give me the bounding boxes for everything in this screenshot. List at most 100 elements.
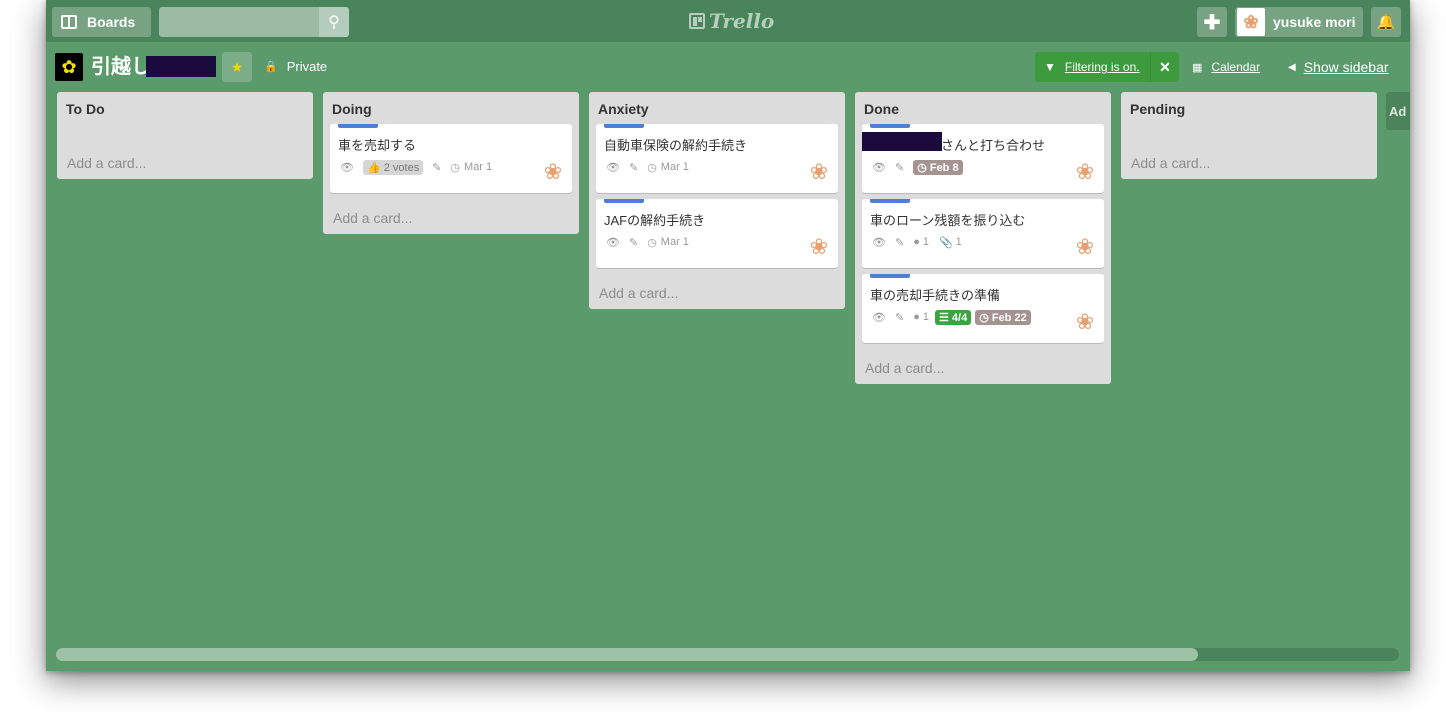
- eye-icon: 👁: [872, 236, 886, 249]
- comment-icon: ●: [913, 236, 920, 248]
- card-label-blue: [870, 124, 910, 128]
- list-title[interactable]: Pending: [1130, 101, 1185, 117]
- list-title[interactable]: Doing: [332, 101, 372, 117]
- filter-label[interactable]: Filtering is on.: [1065, 60, 1140, 74]
- member-avatar[interactable]: ❀: [1072, 308, 1098, 336]
- add-card-link[interactable]: Add a card...: [599, 285, 678, 301]
- boards-label: Boards: [87, 14, 136, 30]
- close-icon[interactable]: ✕: [1150, 52, 1179, 82]
- redacted-block: [862, 132, 942, 151]
- add-card-link[interactable]: Add a card...: [1131, 155, 1210, 171]
- redacted-block: [146, 56, 216, 77]
- pencil-icon: ✎: [894, 236, 905, 249]
- add-card-link[interactable]: Add a card...: [333, 210, 412, 226]
- search-icon[interactable]: ⚲: [319, 7, 349, 37]
- card-label-blue: [870, 274, 910, 278]
- card-title: JAFの解約手続き: [604, 213, 706, 228]
- clock-icon: ◷: [647, 236, 657, 249]
- scrollbar-thumb[interactable]: [56, 648, 1198, 661]
- member-avatar[interactable]: ❀: [806, 158, 832, 186]
- checklist-count: 4/4: [951, 311, 968, 324]
- member-avatar[interactable]: ❀: [806, 233, 832, 261]
- votes-count: 2 votes: [383, 161, 420, 174]
- top-header: Boards ⚲ Trello ✚ ❀ yusuke mori 🔔: [46, 0, 1410, 42]
- trello-logo[interactable]: Trello: [689, 8, 774, 34]
- trello-window: Boards ⚲ Trello ✚ ❀ yusuke mori 🔔 ✿ 引越し …: [46, 0, 1410, 671]
- card[interactable]: 車のローン残額を振り込む 👁 ✎ ● 1 📎 1 ❀: [862, 199, 1104, 268]
- card-badges: 👁 ✎ ◷ Feb 8: [872, 158, 967, 176]
- card[interactable]: 車の売却手続きの準備 👁 ✎ ● 1 ☰ 4/4 ◷ Feb 22 ❀: [862, 274, 1104, 343]
- due-date-badge: ◷ Feb 8: [913, 159, 963, 175]
- add-card-link[interactable]: Add a card...: [865, 360, 944, 376]
- card-badges: 👁 ✎ ◷ Mar 1: [606, 233, 699, 251]
- due-date: Feb 8: [929, 161, 959, 174]
- list-title[interactable]: To Do: [66, 101, 105, 117]
- filter-indicator[interactable]: ▼ Filtering is on. ✕: [1035, 52, 1179, 82]
- user-menu-button[interactable]: ❀ yusuke mori: [1235, 7, 1363, 37]
- due-date: Mar 1: [660, 161, 689, 173]
- card[interactable]: 車を売却する 👁 👍 2 votes ✎ ◷ Mar 1 ❀: [330, 124, 572, 193]
- show-sidebar-link[interactable]: ◀ Show sidebar: [1288, 59, 1389, 75]
- horizontal-scrollbar[interactable]: [56, 648, 1399, 661]
- due-date: Mar 1: [464, 161, 493, 173]
- avatar: ❀: [1237, 8, 1265, 36]
- card-label-blue: [338, 124, 378, 128]
- comment-count: 1: [922, 311, 929, 323]
- card-title: 車のローン残額を振り込む: [870, 213, 1026, 228]
- calendar-label: Calendar: [1211, 60, 1261, 74]
- list-pending: Pending Add a card...: [1121, 92, 1377, 179]
- attachment-count: 1: [955, 236, 962, 248]
- search-box: ⚲: [159, 7, 349, 37]
- sidebar-label: Show sidebar: [1303, 59, 1389, 75]
- lock-icon: 🔒: [264, 61, 278, 73]
- list-done: Done さんと打ち合わせ 👁 ✎ ◷ Feb 8 ❀ 車のローン残額を振り込む…: [855, 92, 1111, 384]
- list-to-do: To Do Add a card...: [57, 92, 313, 179]
- due-date: Feb 22: [991, 311, 1027, 324]
- visibility-button[interactable]: 🔒 Private: [264, 59, 327, 74]
- member-avatar[interactable]: ❀: [1072, 233, 1098, 261]
- comment-icon: ●: [913, 311, 920, 323]
- card[interactable]: 自動車保険の解約手続き 👁 ✎ ◷ Mar 1 ❀: [596, 124, 838, 193]
- filter-icon: ▼: [1044, 60, 1056, 74]
- star-icon[interactable]: ★: [222, 52, 252, 82]
- calendar-link[interactable]: ▦ Calendar: [1192, 60, 1260, 74]
- bell-icon[interactable]: 🔔: [1371, 7, 1401, 37]
- calendar-icon: ▦: [1192, 61, 1203, 74]
- card-badges: 👁 👍 2 votes ✎ ◷ Mar 1: [340, 158, 502, 176]
- pencil-icon: ✎: [628, 161, 639, 174]
- eye-icon: 👁: [606, 236, 620, 249]
- list-title[interactable]: Done: [864, 101, 899, 117]
- member-avatar[interactable]: ❀: [1072, 158, 1098, 186]
- pencil-icon: ✎: [432, 161, 442, 174]
- card[interactable]: さんと打ち合わせ 👁 ✎ ◷ Feb 8 ❀: [862, 124, 1104, 193]
- plus-icon[interactable]: ✚: [1197, 7, 1227, 37]
- board-title[interactable]: 引越し: [91, 55, 151, 79]
- list-title[interactable]: Anxiety: [598, 101, 649, 117]
- card-badges: 👁 ✎ ● 1 📎 1: [872, 233, 972, 251]
- member-avatar[interactable]: ❀: [540, 158, 566, 186]
- pencil-icon: ✎: [628, 236, 639, 249]
- eye-icon: 👁: [872, 311, 886, 324]
- votes-badge: 👍 2 votes: [362, 159, 424, 175]
- search-input[interactable]: [159, 7, 319, 37]
- add-card-link[interactable]: Add a card...: [67, 155, 146, 171]
- comment-count: 1: [922, 236, 929, 248]
- card-label-blue: [604, 199, 644, 203]
- caret-left-icon: ◀: [1288, 61, 1296, 73]
- due-date: Mar 1: [660, 236, 689, 248]
- logo-text: Trello: [709, 9, 775, 33]
- checklist-badge: ☰ 4/4: [934, 309, 972, 325]
- add-list-button[interactable]: Ad: [1386, 92, 1410, 130]
- card-badges: 👁 ✎ ● 1 ☰ 4/4 ◷ Feb 22: [872, 308, 1035, 326]
- card-title: 車の売却手続きの準備: [870, 288, 1001, 303]
- board-icon: [61, 15, 77, 29]
- card[interactable]: JAFの解約手続き 👁 ✎ ◷ Mar 1 ❀: [596, 199, 838, 268]
- boards-button[interactable]: Boards: [52, 7, 151, 37]
- card-title: 自動車保険の解約手続き: [604, 138, 748, 153]
- list-anxiety: Anxiety 自動車保険の解約手続き 👁 ✎ ◷ Mar 1 ❀ JAFの解約…: [589, 92, 845, 309]
- clock-icon: ◷: [647, 161, 657, 174]
- eye-icon: 👁: [606, 161, 620, 174]
- card-label-blue: [870, 199, 910, 203]
- board-avatar: ✿: [55, 53, 83, 81]
- visibility-label: Private: [286, 59, 328, 74]
